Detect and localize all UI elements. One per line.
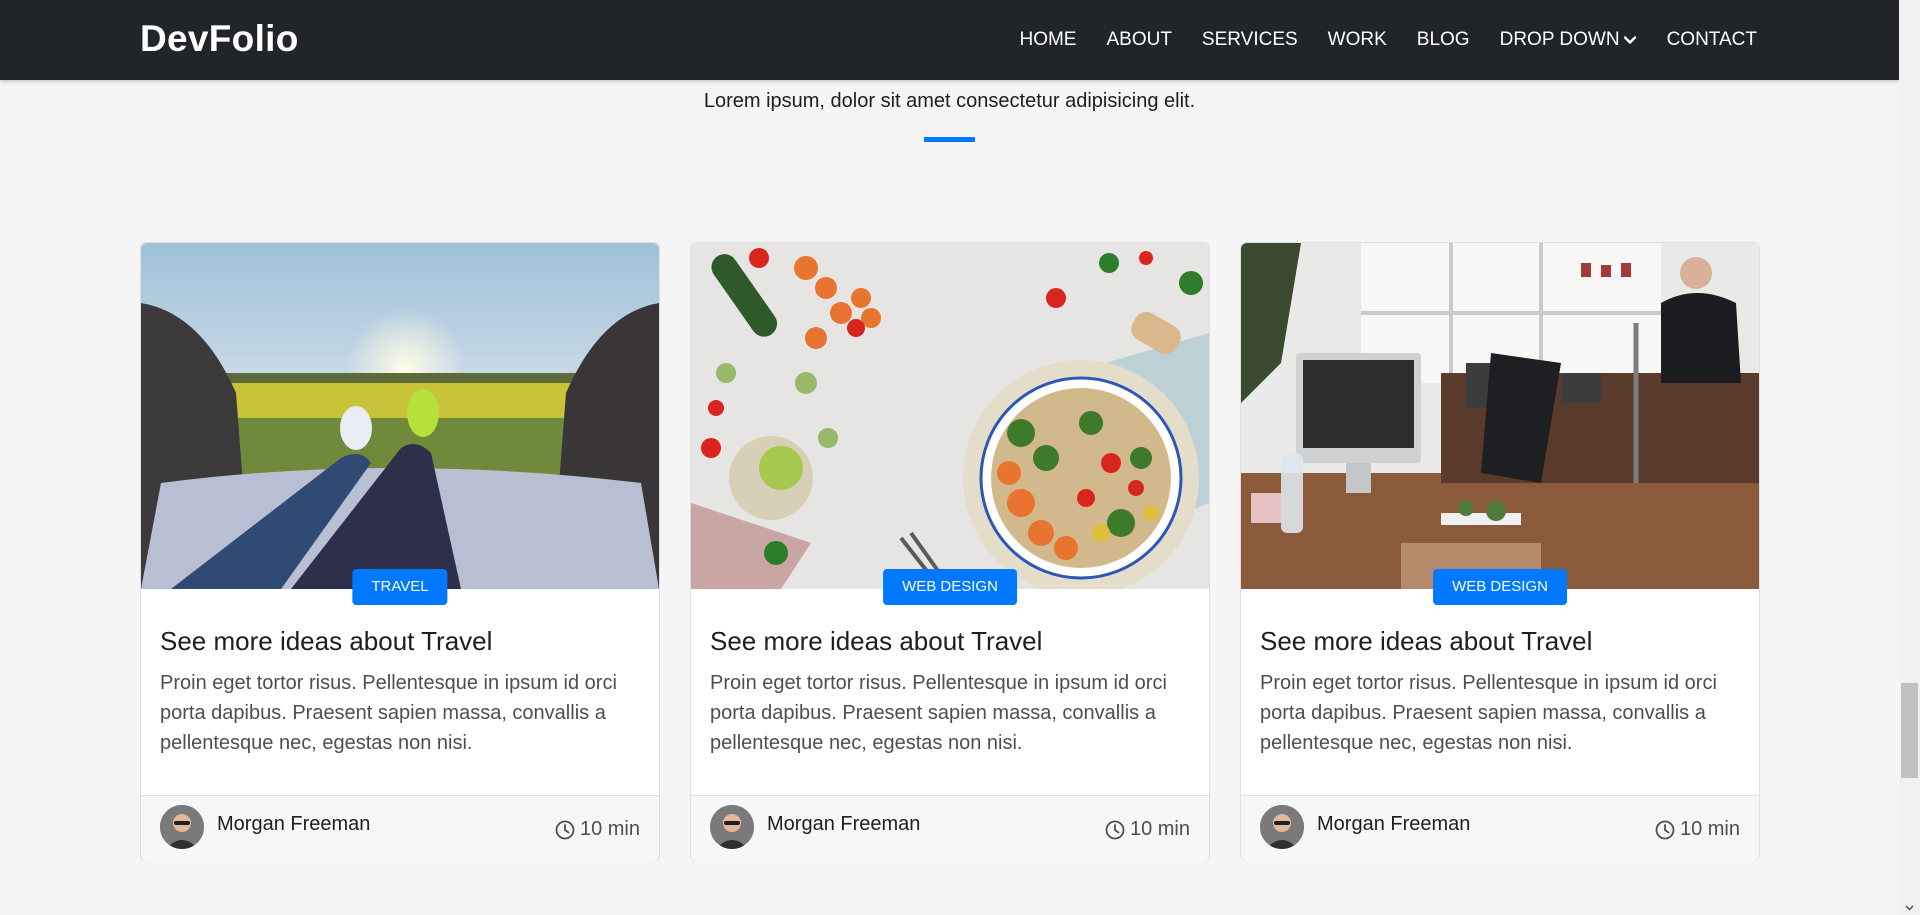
nav-item-blog[interactable]: BLOG <box>1417 29 1470 51</box>
card-title[interactable]: See more ideas about Travel <box>1260 626 1592 657</box>
avatar[interactable] <box>1260 805 1304 849</box>
card-description: Proin eget tortor risus. Pellentesque in… <box>710 672 1167 754</box>
author-name[interactable]: Morgan Freeman <box>1317 813 1470 836</box>
nav-item-home[interactable]: HOME <box>1019 29 1076 51</box>
nav-label: DROP DOWN <box>1499 29 1620 50</box>
read-time-label: 10 min <box>1679 818 1740 840</box>
food-photo <box>691 243 1209 589</box>
chevron-down-icon[interactable] <box>1905 903 1914 912</box>
nav-item-services[interactable]: SERVICES <box>1202 29 1298 51</box>
card-footer: Morgan Freeman 10 min <box>141 795 659 861</box>
category-badge[interactable]: TRAVEL <box>352 569 448 605</box>
avatar[interactable] <box>710 805 754 849</box>
read-time: 10 min <box>1105 818 1190 841</box>
nav-label: HOME <box>1019 29 1077 50</box>
nav-label: SERVICES <box>1201 29 1298 50</box>
read-time-label: 10 min <box>579 818 640 840</box>
card-image-travel[interactable] <box>141 243 659 589</box>
scrollbar-thumb[interactable] <box>1901 683 1918 778</box>
clock-icon <box>1655 820 1675 839</box>
nav-label: ABOUT <box>1106 29 1172 50</box>
nav-item-dropdown[interactable]: DROP DOWN <box>1500 29 1637 51</box>
nav-item-contact[interactable]: CONTACT <box>1667 29 1757 51</box>
section-subtitle: Lorem ipsum, dolor sit amet consectetur … <box>703 90 1196 112</box>
nav-item-about[interactable]: ABOUT <box>1106 29 1171 51</box>
category-badge[interactable]: WEB DESIGN <box>1433 569 1567 605</box>
card-title[interactable]: See more ideas about Travel <box>710 626 1042 657</box>
blog-card: TRAVEL See more ideas about Travel Proin… <box>140 242 660 861</box>
author-name[interactable]: Morgan Freeman <box>217 813 370 836</box>
category-badge[interactable]: WEB DESIGN <box>883 569 1017 605</box>
blog-card: WEB DESIGN See more ideas about Travel P… <box>1240 242 1760 861</box>
travel-photo <box>141 243 659 589</box>
read-time: 10 min <box>555 818 640 841</box>
office-photo <box>1241 243 1759 589</box>
nav-label: CONTACT <box>1666 29 1757 50</box>
brand-logo[interactable]: DevFolio <box>140 18 299 60</box>
card-title[interactable]: See more ideas about Travel <box>160 626 492 657</box>
chevron-down-icon <box>1623 36 1636 44</box>
nav-label: WORK <box>1327 29 1387 50</box>
read-time: 10 min <box>1655 818 1740 841</box>
nav-menu: HOME ABOUT SERVICES WORK BLOG DROP DOWN … <box>989 0 1757 80</box>
card-image-office[interactable] <box>1241 243 1759 589</box>
section-title-divider <box>924 137 975 142</box>
page-scrollbar[interactable] <box>1899 0 1920 915</box>
author-name[interactable]: Morgan Freeman <box>767 813 920 836</box>
card-description: Proin eget tortor risus. Pellentesque in… <box>1260 672 1717 754</box>
clock-icon <box>555 820 575 839</box>
nav-item-work[interactable]: WORK <box>1328 29 1387 51</box>
avatar[interactable] <box>160 805 204 849</box>
nav-label: BLOG <box>1416 29 1470 50</box>
card-footer: Morgan Freeman 10 min <box>691 795 1209 861</box>
clock-icon <box>1105 820 1125 839</box>
card-footer: Morgan Freeman 10 min <box>1241 795 1759 861</box>
read-time-label: 10 min <box>1129 818 1190 840</box>
navbar: DevFolio HOME ABOUT SERVICES WORK BLOG D… <box>0 0 1899 80</box>
blog-card: WEB DESIGN See more ideas about Travel P… <box>690 242 1210 861</box>
card-description: Proin eget tortor risus. Pellentesque in… <box>160 672 617 754</box>
card-image-food[interactable] <box>691 243 1209 589</box>
